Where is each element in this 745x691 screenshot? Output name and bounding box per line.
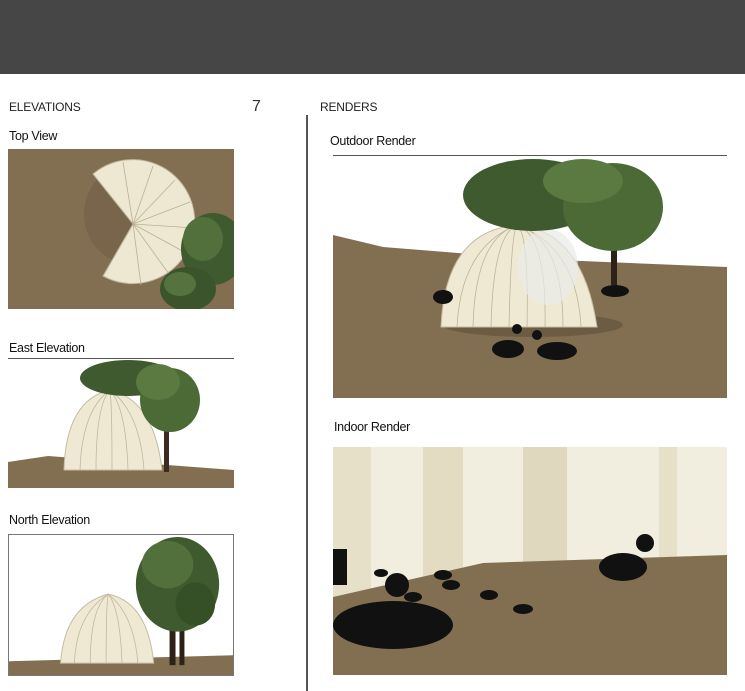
outdoor-render-rule	[333, 155, 727, 156]
indoor-render-image	[333, 447, 727, 675]
header-bar	[0, 0, 745, 74]
north-elevation-image	[8, 534, 234, 676]
east-elevation-rule	[8, 358, 234, 359]
east-elevation-image	[8, 360, 234, 488]
indoor-render-title: Indoor Render	[334, 420, 411, 434]
outdoor-render-title: Outdoor Render	[330, 134, 416, 148]
east-elevation-title: East Elevation	[9, 341, 85, 355]
elevations-heading: ELEVATIONS	[9, 100, 81, 114]
north-elevation-title: North Elevation	[9, 513, 90, 527]
outdoor-render-image	[333, 157, 727, 398]
page-number: 7	[252, 98, 261, 115]
top-view-title: Top View	[9, 129, 58, 143]
top-view-image	[8, 149, 234, 309]
column-divider	[306, 115, 308, 691]
renders-heading: RENDERS	[320, 100, 378, 114]
